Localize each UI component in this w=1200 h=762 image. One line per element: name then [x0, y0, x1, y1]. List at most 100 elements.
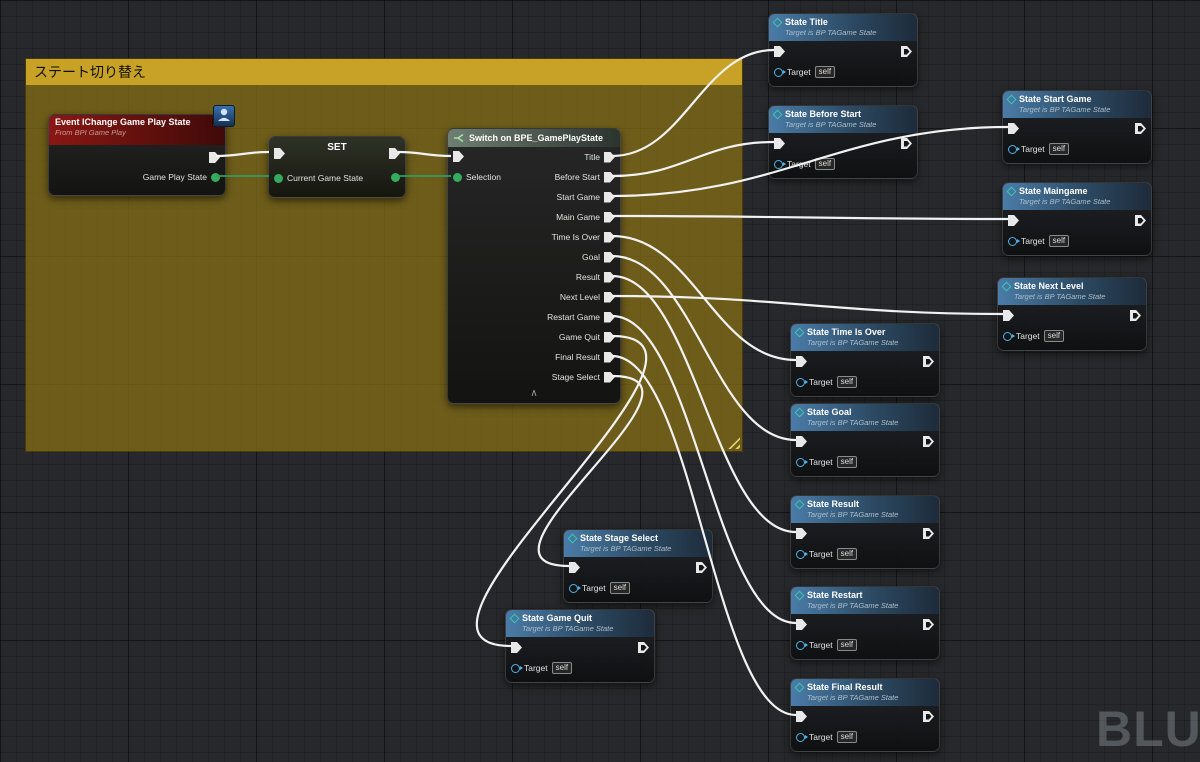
target-label: Target	[1021, 144, 1045, 154]
exec-in-pin[interactable]	[1008, 215, 1019, 226]
exec-out-pin[interactable]	[209, 152, 220, 163]
target-pin[interactable]	[796, 549, 808, 559]
case-exec-pin[interactable]	[604, 192, 615, 203]
exec-in-pin[interactable]	[796, 436, 807, 447]
exec-out-pin[interactable]	[923, 528, 934, 539]
node-state-next-level[interactable]: State Next Level Target is BP TAGame Sta…	[997, 277, 1147, 351]
target-pin[interactable]	[1008, 236, 1020, 246]
node-title: State Result	[807, 499, 860, 509]
case-exec-pin[interactable]	[604, 372, 615, 383]
exec-in-pin[interactable]	[796, 356, 807, 367]
case-exec-pin[interactable]	[604, 292, 615, 303]
node-title: Switch on BPE_GamePlayState	[469, 132, 604, 143]
case-label: Main Game	[556, 212, 600, 222]
target-pin[interactable]	[774, 159, 786, 169]
target-pin[interactable]	[796, 457, 808, 467]
target-label: Target	[809, 377, 833, 387]
self-default-value[interactable]: self	[609, 582, 631, 594]
target-pin[interactable]	[796, 732, 808, 742]
exec-out-pin[interactable]	[923, 436, 934, 447]
self-default-value[interactable]: self	[1048, 143, 1070, 155]
exec-in-pin[interactable]	[774, 138, 785, 149]
node-state-time-is-over[interactable]: State Time Is Over Target is BP TAGame S…	[790, 323, 940, 397]
node-switch-on-bpe-gameplaystate[interactable]: Switch on BPE_GamePlayState Selection Ti…	[447, 128, 621, 404]
case-exec-pin[interactable]	[604, 232, 615, 243]
exec-in-pin[interactable]	[796, 619, 807, 630]
exec-out-pin[interactable]	[901, 46, 912, 57]
node-state-final-result[interactable]: State Final Result Target is BP TAGame S…	[790, 678, 940, 752]
self-default-value[interactable]: self	[836, 731, 858, 743]
self-default-value[interactable]: self	[814, 66, 836, 78]
node-state-stage-select[interactable]: State Stage Select Target is BP TAGame S…	[563, 529, 713, 603]
switch-node-header: Switch on BPE_GamePlayState	[448, 129, 620, 147]
comment-resize-handle[interactable]	[727, 436, 740, 449]
node-state-restart[interactable]: State Restart Target is BP TAGame State …	[790, 586, 940, 660]
exec-out-pin[interactable]	[1130, 310, 1141, 321]
comment-title-bar[interactable]: ステート切り替え	[26, 59, 742, 85]
exec-in-pin[interactable]	[774, 46, 785, 57]
case-exec-pin[interactable]	[604, 172, 615, 183]
node-state-game-quit[interactable]: State Game Quit Target is BP TAGame Stat…	[505, 609, 655, 683]
node-state-before-start[interactable]: State Before Start Target is BP TAGame S…	[768, 105, 918, 179]
exec-in-pin[interactable]	[796, 711, 807, 722]
self-default-value[interactable]: self	[836, 376, 858, 388]
exec-out-pin[interactable]	[389, 148, 400, 159]
case-exec-pin[interactable]	[604, 252, 615, 263]
case-exec-pin[interactable]	[604, 332, 615, 343]
exec-out-pin[interactable]	[901, 138, 912, 149]
case-exec-pin[interactable]	[604, 352, 615, 363]
target-pin[interactable]	[774, 67, 786, 77]
self-default-value[interactable]: self	[836, 548, 858, 560]
exec-out-pin[interactable]	[638, 642, 649, 653]
target-pin[interactable]	[511, 663, 523, 673]
target-pin[interactable]	[569, 583, 581, 593]
node-state-start-game[interactable]: State Start Game Target is BP TAGame Sta…	[1002, 90, 1152, 164]
exec-in-pin[interactable]	[1003, 310, 1014, 321]
exec-out-pin[interactable]	[1135, 215, 1146, 226]
exec-out-pin[interactable]	[1135, 123, 1146, 134]
exec-in-pin[interactable]	[511, 642, 522, 653]
node-state-title[interactable]: State Title Target is BP TAGame State Ta…	[768, 13, 918, 87]
self-default-value[interactable]: self	[551, 662, 573, 674]
self-default-value[interactable]: self	[814, 158, 836, 170]
target-pin[interactable]	[796, 377, 808, 387]
blueprint-graph-canvas[interactable]: ステート切り替え BLUEPRINT Event IChange Game Pl…	[0, 0, 1200, 762]
exec-in-pin[interactable]	[1008, 123, 1019, 134]
node-subtitle: Target is BP TAGame State	[807, 418, 899, 427]
self-default-value[interactable]: self	[836, 456, 858, 468]
self-default-value[interactable]: self	[836, 639, 858, 651]
case-row-restart-game: Restart Game	[448, 307, 620, 327]
exec-out-pin[interactable]	[923, 356, 934, 367]
node-state-result[interactable]: State Result Target is BP TAGame State T…	[790, 495, 940, 569]
case-label: Restart Game	[547, 312, 600, 322]
exec-in-pin[interactable]	[796, 528, 807, 539]
set-output-value-pin[interactable]	[391, 173, 400, 182]
target-pin[interactable]	[1008, 144, 1020, 154]
case-label: Next Level	[559, 292, 600, 302]
target-pin[interactable]	[1003, 331, 1015, 341]
game-play-state-pin[interactable]	[211, 172, 220, 182]
exec-out-pin[interactable]	[696, 562, 707, 573]
exec-out-pin[interactable]	[923, 711, 934, 722]
node-subtitle: Target is BP TAGame State	[1014, 292, 1106, 301]
exec-in-pin[interactable]	[569, 562, 580, 573]
case-label: Game Quit	[558, 332, 600, 342]
case-exec-pin[interactable]	[604, 272, 615, 283]
case-exec-pin[interactable]	[604, 212, 615, 223]
node-set-current-game-state[interactable]: SET Current Game State	[268, 136, 406, 198]
node-title: State Maingame	[1019, 186, 1088, 196]
exec-out-pin[interactable]	[923, 619, 934, 630]
self-default-value[interactable]: self	[1048, 235, 1070, 247]
self-default-value[interactable]: self	[1043, 330, 1065, 342]
node-state-goal[interactable]: State Goal Target is BP TAGame State Tar…	[790, 403, 940, 477]
collapse-chevron-icon[interactable]	[448, 387, 620, 402]
current-game-state-pin[interactable]	[274, 173, 283, 183]
selection-pin[interactable]	[453, 172, 462, 182]
target-pin[interactable]	[796, 640, 808, 650]
node-event-change-game-play-state[interactable]: Event IChange Game Play State From BPI G…	[48, 105, 235, 196]
case-exec-pin[interactable]	[604, 312, 615, 323]
node-state-maingame[interactable]: State Maingame Target is BP TAGame State…	[1002, 182, 1152, 256]
exec-in-pin[interactable]	[274, 148, 285, 159]
exec-in-pin[interactable]	[453, 151, 464, 162]
case-exec-pin[interactable]	[604, 152, 615, 163]
